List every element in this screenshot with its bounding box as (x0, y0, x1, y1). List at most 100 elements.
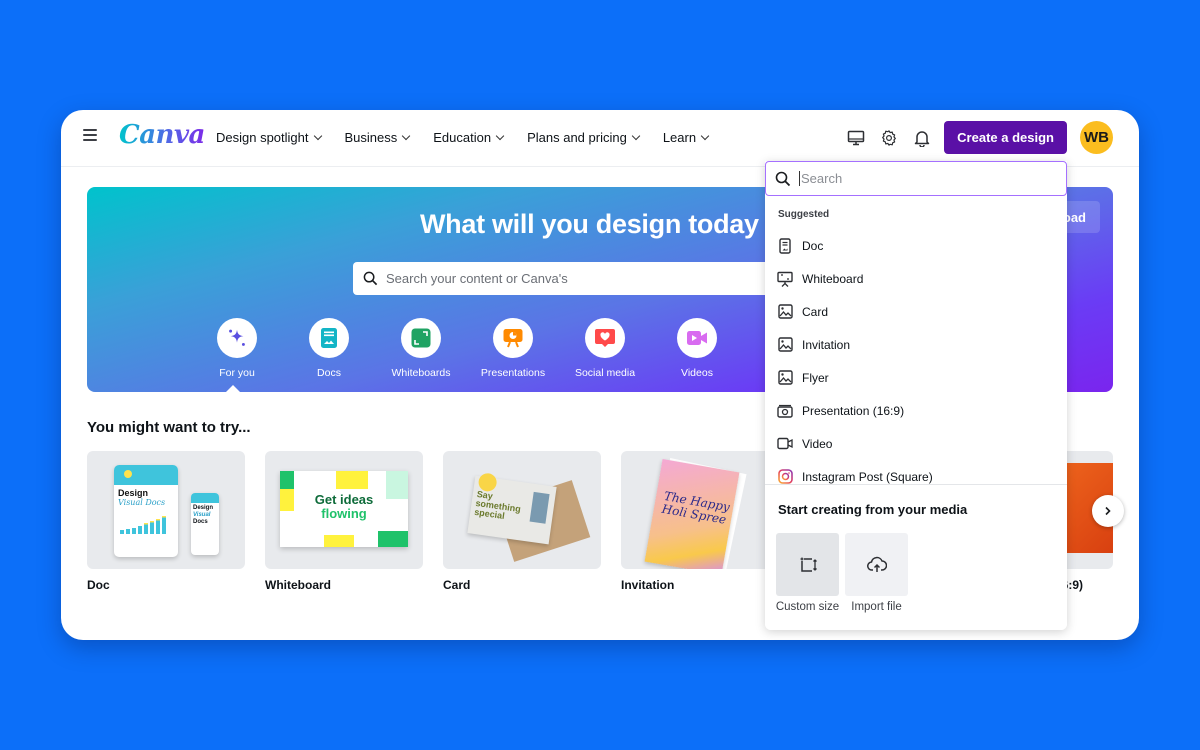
suggestion-card-invitation[interactable]: The Happy Holi Spree Invitation (621, 451, 779, 592)
nav-business[interactable]: Business (344, 130, 411, 145)
dropdown-item-flyer[interactable]: Flyer (765, 361, 1067, 394)
heart-icon (585, 318, 625, 358)
dropdown-item-card[interactable]: Card (765, 295, 1067, 328)
desktop-icon[interactable] (845, 127, 867, 149)
card-label: Whiteboard (265, 578, 331, 592)
dropdown-item-label: Card (802, 304, 829, 319)
nav-label: Business (344, 130, 398, 145)
suggested-list: Doc Whiteboard Card Invitation Flyer Pre… (765, 229, 1067, 493)
sparkle-icon (217, 318, 257, 358)
dropdown-item-invitation[interactable]: Invitation (765, 328, 1067, 361)
hero-search-input[interactable] (386, 271, 746, 286)
dropdown-item-doc[interactable]: Doc (765, 229, 1067, 262)
custom-size-tile[interactable]: Custom size (776, 533, 839, 613)
top-nav-bar: Canva Design spotlight Business Educatio… (61, 110, 1139, 167)
dropdown-item-label: Whiteboard (802, 271, 864, 286)
dropdown-search-box[interactable] (765, 161, 1067, 196)
thumb-text: flowing (321, 506, 367, 521)
category-label: For you (219, 367, 255, 379)
avatar[interactable]: WB (1080, 121, 1113, 154)
chevron-down-icon (313, 131, 322, 141)
canva-window: Canva Design spotlight Business Educatio… (61, 110, 1139, 640)
dropdown-item-presentation[interactable]: Presentation (16:9) (765, 394, 1067, 427)
image-icon (777, 337, 793, 353)
section-title: You might want to try... (87, 419, 251, 436)
media-tiles: Custom size Import file (776, 533, 914, 613)
instagram-icon (777, 469, 793, 485)
dropdown-search-input[interactable] (801, 171, 1051, 186)
header-actions: Create a design WB (845, 121, 1113, 154)
dropdown-item-label: Invitation (802, 337, 851, 352)
suggestion-card-whiteboard[interactable]: Get ideas flowing Whiteboard (265, 451, 423, 592)
create-design-button[interactable]: Create a design (944, 121, 1067, 154)
nav-education[interactable]: Education (433, 130, 505, 145)
category-docs[interactable]: Docs (283, 318, 375, 379)
nav-design-spotlight[interactable]: Design spotlight (216, 130, 322, 145)
thumb-text: Design (118, 488, 149, 498)
chevron-right-icon (1105, 506, 1111, 516)
category-label: Social media (574, 367, 636, 379)
suggestion-card-doc[interactable]: Design Visual Docs Design Visual Docs Doc (87, 451, 245, 592)
whiteboard-icon (777, 271, 793, 287)
cloud-upload-icon (845, 533, 908, 596)
suggestion-card-card[interactable]: Say something special Card (443, 451, 601, 592)
chevron-down-icon (402, 131, 411, 141)
tile-label: Custom size (775, 601, 840, 613)
search-icon (363, 271, 378, 286)
category-for-you[interactable]: For you (191, 318, 283, 379)
category-presentations[interactable]: Presentations (467, 318, 559, 379)
hero-search-box[interactable] (353, 262, 773, 295)
category-label: Presentations (480, 367, 546, 379)
card-label: Invitation (621, 578, 675, 592)
card-label: Card (443, 578, 471, 592)
category-social-media[interactable]: Social media (559, 318, 651, 379)
category-label: Whiteboards (391, 367, 451, 379)
category-row: For you Docs Whiteboards Presentations S… (191, 318, 835, 379)
hero-title: What will you design today (420, 209, 759, 239)
whiteboard-icon (401, 318, 441, 358)
nav-label: Design spotlight (216, 130, 309, 145)
doc-thumbnail: Design Visual Docs Design Visual Docs (87, 451, 245, 569)
gear-icon[interactable] (878, 127, 900, 149)
suggestion-cards: Design Visual Docs Design Visual Docs Doc (87, 451, 799, 592)
nav-label: Learn (662, 130, 697, 145)
chevron-down-icon (631, 131, 641, 141)
search-icon (775, 171, 791, 186)
chevron-down-icon (700, 131, 710, 141)
whiteboard-thumbnail: Get ideas flowing (265, 451, 423, 569)
thumb-text: Visual Docs (118, 498, 166, 507)
video-icon (677, 318, 717, 358)
dropdown-item-label: Flyer (802, 370, 829, 385)
invitation-thumbnail: The Happy Holi Spree (621, 451, 779, 569)
create-design-dropdown: Suggested Doc Whiteboard Card Invitation… (765, 161, 1067, 630)
video-icon (777, 436, 793, 452)
image-icon (777, 370, 793, 386)
dropdown-item-video[interactable]: Video (765, 427, 1067, 460)
bell-icon[interactable] (911, 127, 933, 149)
doc-icon (777, 237, 793, 254)
category-whiteboards[interactable]: Whiteboards (375, 318, 467, 379)
nav-plans-pricing[interactable]: Plans and pricing (527, 130, 641, 145)
doc-icon (309, 318, 349, 358)
media-section: Start creating from your media Custom si… (765, 484, 1067, 630)
category-label: Docs (317, 367, 341, 379)
thumb-text: Get ideas (314, 492, 374, 507)
chevron-down-icon (495, 131, 505, 141)
selected-category-indicator (226, 385, 240, 392)
nav-learn[interactable]: Learn (662, 130, 710, 145)
carousel-next-button[interactable] (1092, 495, 1124, 527)
menu-icon[interactable] (83, 129, 97, 143)
category-videos[interactable]: Videos (651, 318, 743, 379)
media-section-title: Start creating from your media (778, 502, 968, 517)
dropdown-item-label: Video (802, 436, 833, 451)
dropdown-item-whiteboard[interactable]: Whiteboard (765, 262, 1067, 295)
card-thumbnail: Say something special (443, 451, 601, 569)
dropdown-item-label: Instagram Post (Square) (802, 469, 933, 484)
nav-label: Education (433, 130, 492, 145)
dropdown-item-label: Doc (802, 238, 824, 253)
dropdown-item-label: Presentation (16:9) (802, 403, 905, 418)
presentation-icon (777, 403, 793, 419)
import-file-tile[interactable]: Import file (845, 533, 908, 613)
resize-icon (776, 533, 839, 596)
canva-logo[interactable]: Canva (119, 120, 205, 150)
